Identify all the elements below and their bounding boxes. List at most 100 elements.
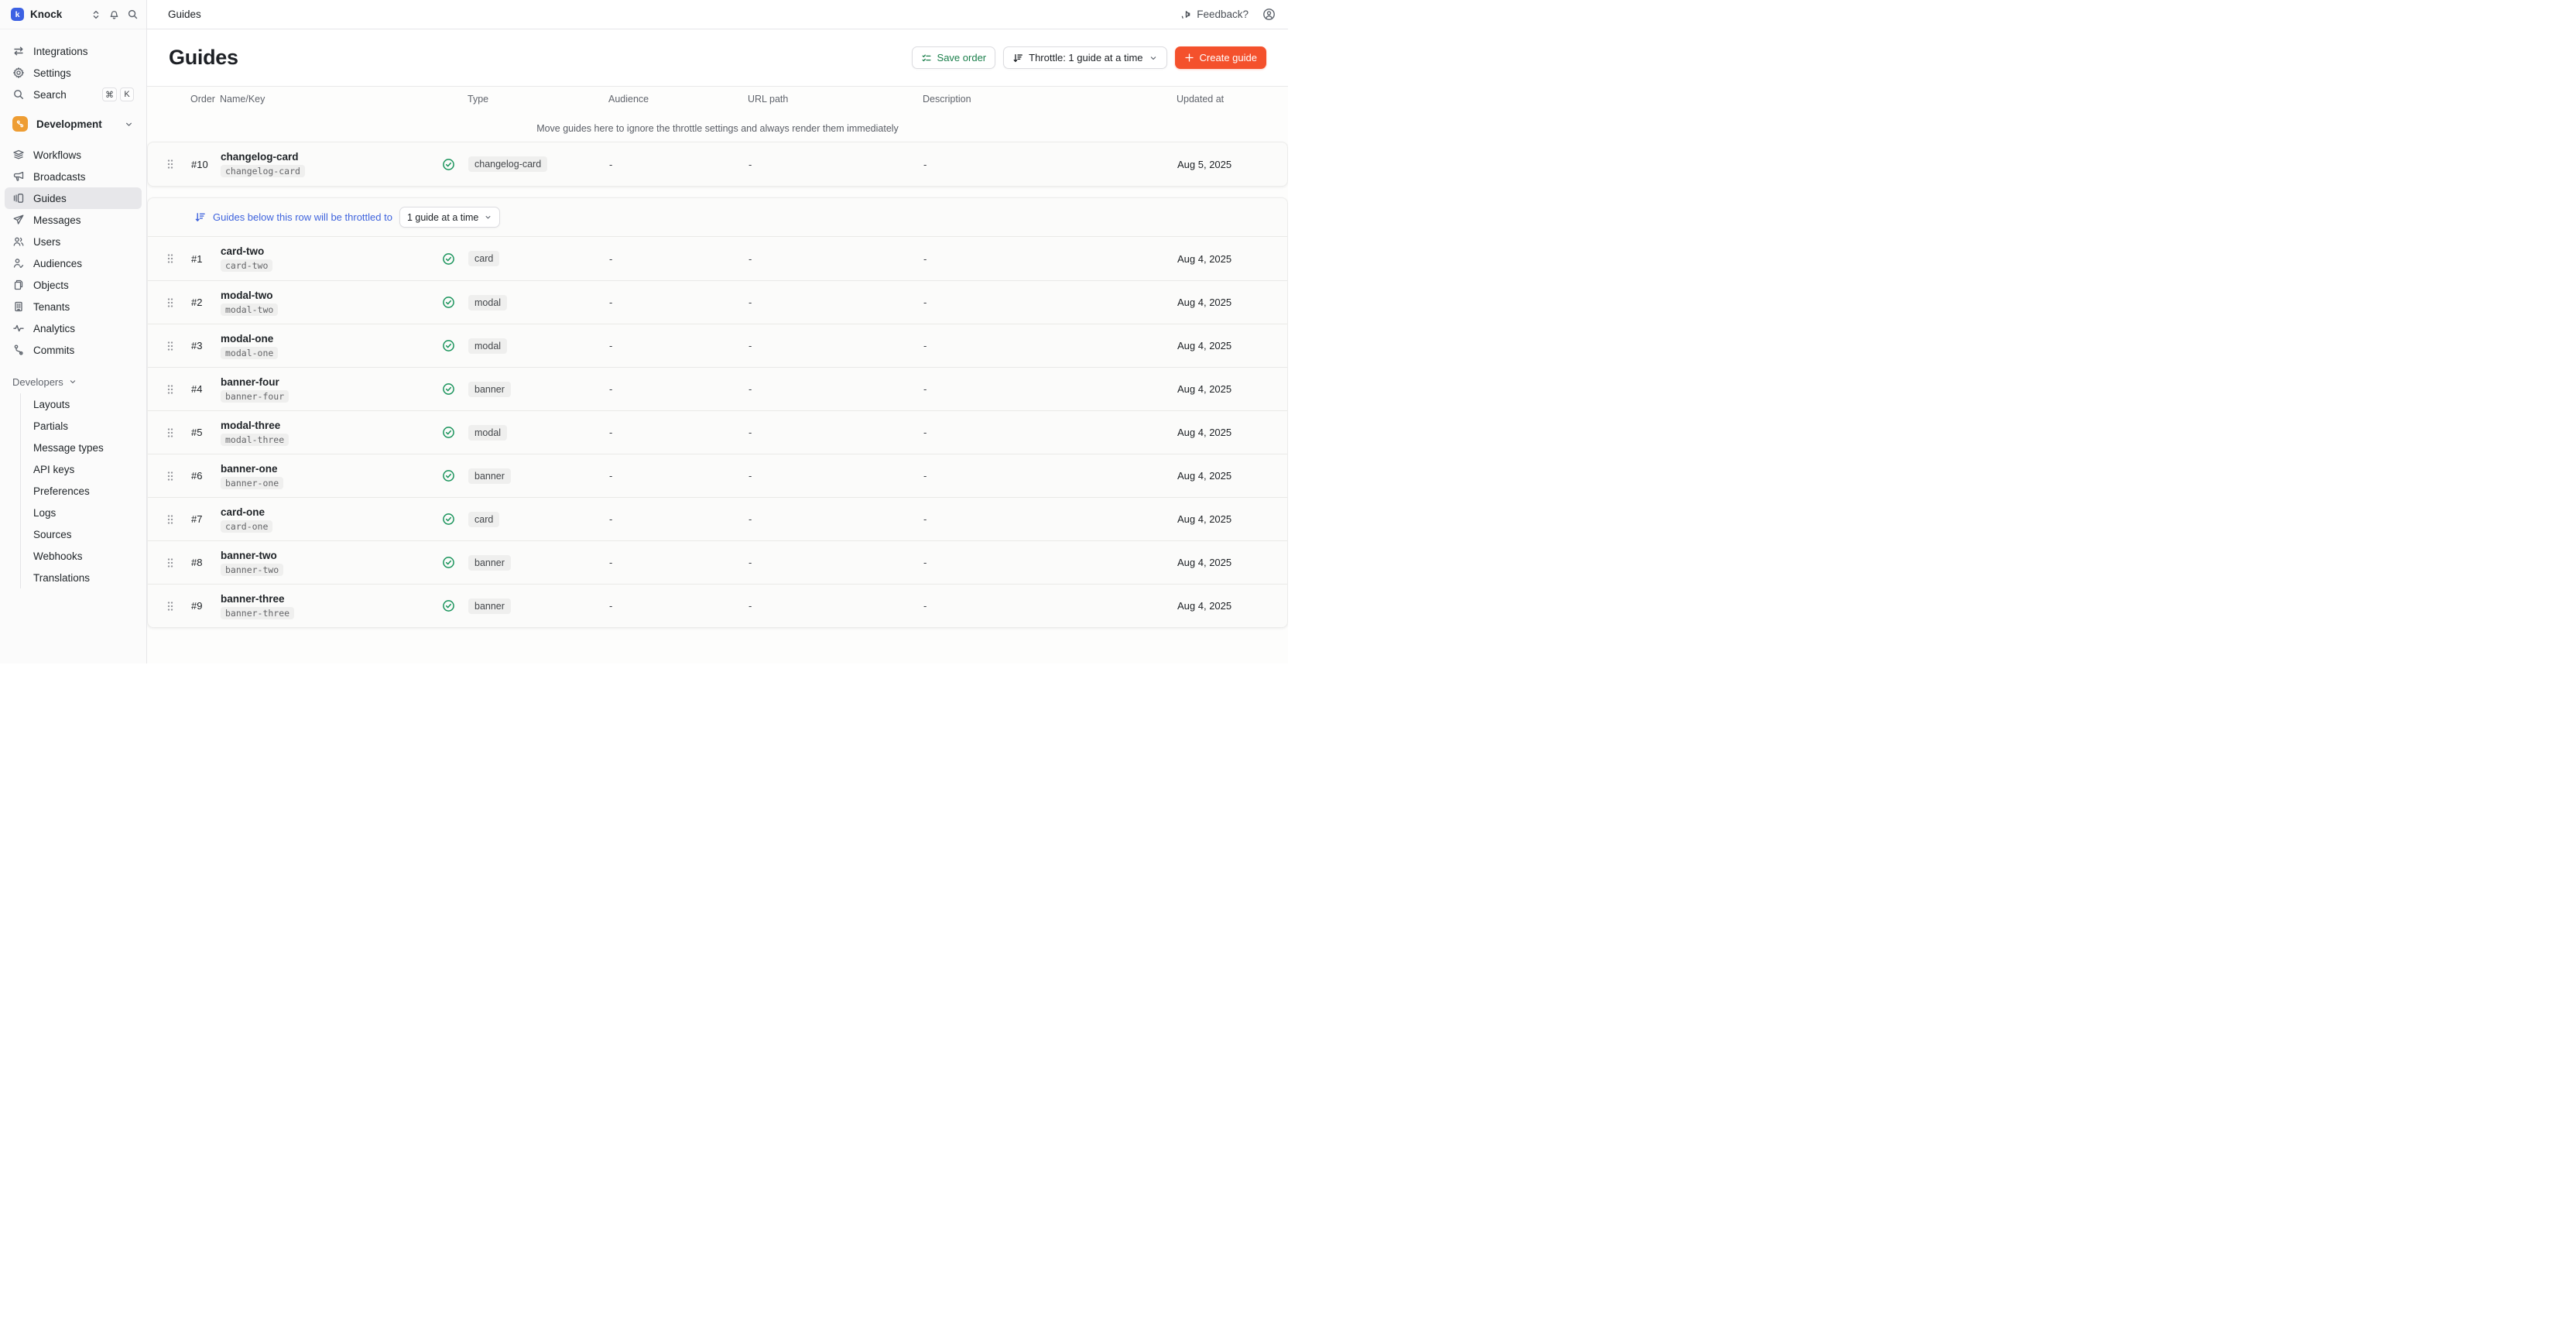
drag-handle[interactable] [166, 600, 191, 612]
developers-section-toggle[interactable]: Developers [5, 372, 142, 392]
guide-row-modal-two[interactable]: #2modal-twomodal-twomodal---Aug 4, 2025 [148, 280, 1287, 324]
sidebar-subitem-logs[interactable]: Logs [21, 502, 146, 523]
guide-updated-at: Aug 4, 2025 [1177, 427, 1269, 438]
grip-icon [166, 252, 174, 265]
sidebar-subitem-api-keys[interactable]: API keys [21, 458, 146, 480]
plus-icon [1184, 53, 1194, 63]
sidebar-item-search[interactable]: Search⌘K [5, 84, 142, 105]
sidebar-item-messages[interactable]: Messages [5, 209, 142, 231]
sidebar-item-objects[interactable]: Objects [5, 274, 142, 296]
guide-row-banner-two[interactable]: #8banner-twobanner-twobanner---Aug 4, 20… [148, 540, 1287, 584]
guide-description: - [923, 470, 1177, 482]
guide-updated-at: Aug 4, 2025 [1177, 600, 1269, 612]
sidebar-subitem-sources[interactable]: Sources [21, 523, 146, 545]
guide-name: card-one [221, 506, 265, 518]
guide-row-changelog-card[interactable]: #10changelog-cardchangelog-cardchangelog… [148, 142, 1287, 186]
throttle-divider-link[interactable]: Guides below this row will be throttled … [194, 211, 392, 223]
guide-row-modal-one[interactable]: #3modal-onemodal-onemodal---Aug 4, 2025 [148, 324, 1287, 367]
guide-row-banner-four[interactable]: #4banner-fourbanner-fourbanner---Aug 4, … [148, 367, 1287, 410]
grip-icon [166, 470, 174, 482]
sidebar-subitem-message-types[interactable]: Message types [21, 437, 146, 458]
guide-name-key: banner-twobanner-two [221, 550, 442, 576]
table-header-row: OrderName/KeyTypeAudienceURL pathDescrip… [147, 88, 1288, 110]
guide-url-path: - [748, 513, 923, 525]
sidebar-item-analytics[interactable]: Analytics [5, 317, 142, 339]
guide-audience: - [609, 470, 748, 482]
drag-handle[interactable] [166, 427, 191, 439]
magnifier-icon [12, 88, 25, 101]
drag-handle[interactable] [166, 297, 191, 309]
guide-order: #2 [191, 297, 221, 308]
guide-description: - [923, 600, 1177, 612]
app-window: k Knock IntegrationsSettingsSearch⌘K Dev… [0, 0, 1288, 664]
sidebar-item-users[interactable]: Users [5, 231, 142, 252]
check-circle-icon [442, 513, 455, 526]
sidebar-item-settings[interactable]: Settings [5, 62, 142, 84]
chevron-down-icon [484, 213, 492, 221]
sidebar-item-workflows[interactable]: Workflows [5, 144, 142, 166]
guide-type: changelog-card [468, 156, 609, 172]
guides-table: OrderName/KeyTypeAudienceURL pathDescrip… [147, 87, 1288, 664]
guide-description: - [923, 253, 1177, 265]
column-header-audience: Audience [608, 94, 748, 105]
throttle-count-select[interactable]: 1 guide at a time [399, 207, 500, 228]
sidebar-item-commits[interactable]: Commits [5, 339, 142, 361]
drag-handle[interactable] [166, 158, 191, 170]
guide-url-path: - [748, 600, 923, 612]
guide-updated-at: Aug 4, 2025 [1177, 253, 1269, 265]
check-circle-icon [442, 252, 455, 266]
sidebar-subitem-partials[interactable]: Partials [21, 415, 146, 437]
paper-plane-icon [12, 214, 25, 226]
drag-handle[interactable] [166, 557, 191, 569]
check-circle-icon [442, 296, 455, 309]
guide-row-card-one[interactable]: #7card-onecard-onecard---Aug 4, 2025 [148, 497, 1287, 540]
workspace-switcher[interactable]: k Knock [0, 0, 146, 29]
column-header-type: Type [468, 94, 608, 105]
guide-audience: - [609, 513, 748, 525]
environment-selector[interactable]: Development [5, 113, 142, 135]
sidebar-item-tenants[interactable]: Tenants [5, 296, 142, 317]
check-circle-icon [442, 426, 455, 439]
bell-icon[interactable] [108, 9, 120, 20]
grip-icon [166, 383, 174, 396]
sidebar-subitem-layouts[interactable]: Layouts [21, 393, 146, 415]
sidebar-item-label: Audiences [33, 258, 82, 269]
users-icon [12, 235, 25, 248]
create-guide-button[interactable]: Create guide [1175, 46, 1266, 69]
sidebar-item-integrations[interactable]: Integrations [5, 40, 142, 62]
throttle-setting-button[interactable]: Throttle: 1 guide at a time [1003, 46, 1166, 69]
page-title: Guides [169, 46, 238, 70]
guide-description: - [923, 513, 1177, 525]
feedback-button[interactable]: Feedback? [1180, 9, 1249, 20]
save-order-button[interactable]: Save order [912, 46, 996, 69]
drag-handle[interactable] [166, 383, 191, 396]
drag-handle[interactable] [166, 513, 191, 526]
sidebar-subitem-preferences[interactable]: Preferences [21, 480, 146, 502]
guide-row-banner-one[interactable]: #6banner-onebanner-onebanner---Aug 4, 20… [148, 454, 1287, 497]
search-icon[interactable] [127, 9, 139, 20]
drag-handle[interactable] [166, 340, 191, 352]
guide-description: - [923, 159, 1177, 170]
drag-handle[interactable] [166, 252, 191, 265]
sidebar-item-broadcasts[interactable]: Broadcasts [5, 166, 142, 187]
guide-type-chip: banner [468, 555, 511, 571]
sidebar-subitem-translations[interactable]: Translations [21, 567, 146, 588]
guide-key-chip: banner-two [221, 564, 283, 576]
guide-row-card-two[interactable]: #1card-twocard-twocard---Aug 4, 2025 [148, 237, 1287, 280]
sidebar-nav: IntegrationsSettingsSearch⌘K Development… [0, 29, 146, 588]
sidebar-subitem-webhooks[interactable]: Webhooks [21, 545, 146, 567]
keyboard-shortcut-key: ⌘ [102, 87, 117, 101]
guide-type-chip: modal [468, 425, 507, 441]
guide-order: #9 [191, 600, 221, 612]
guide-row-banner-three[interactable]: #9banner-threebanner-threebanner---Aug 4… [148, 584, 1287, 627]
guide-type: modal [468, 338, 609, 354]
sidebar-item-guides[interactable]: Guides [5, 187, 142, 209]
guide-row-modal-three[interactable]: #5modal-threemodal-threemodal---Aug 4, 2… [148, 410, 1287, 454]
chevrons-updown-icon[interactable] [91, 9, 101, 20]
drag-handle[interactable] [166, 470, 191, 482]
sidebar-item-label: Messages [33, 214, 81, 226]
sidebar-item-audiences[interactable]: Audiences [5, 252, 142, 274]
account-menu-button[interactable] [1262, 8, 1276, 21]
guide-status [442, 158, 468, 171]
guide-audience: - [609, 600, 748, 612]
